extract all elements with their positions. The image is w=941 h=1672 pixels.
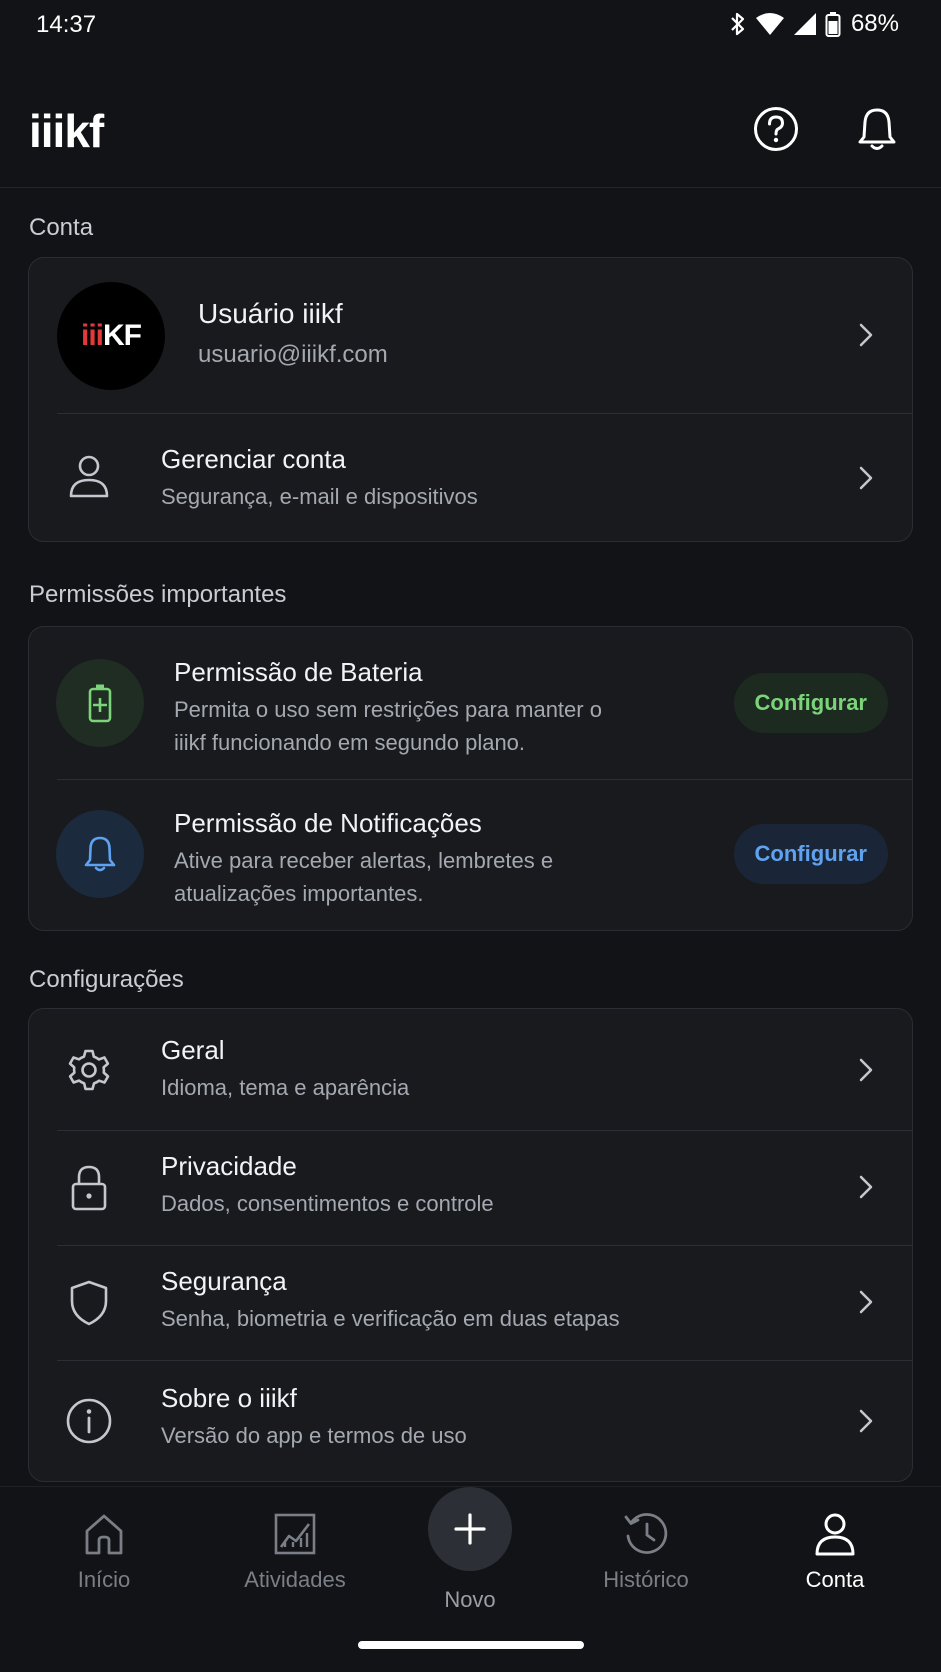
manage-account-subtitle: Segurança, e-mail e dispositivos — [161, 484, 478, 509]
avatar-text: KF — [103, 319, 142, 352]
notification-configure-button[interactable]: Configurar — [733, 824, 888, 884]
settings-card: Geral Idioma, tema e aparência Privacida… — [28, 1008, 913, 1482]
plus-icon — [454, 1513, 486, 1545]
settings-item-subtitle: Dados, consentimentos e controle — [161, 1191, 494, 1216]
help-icon — [754, 107, 798, 151]
section-label-permissions: Permissões importantes — [29, 581, 287, 608]
app-logo: iiikf — [29, 105, 104, 157]
profile-row[interactable]: iii KF Usuário iiikf usuario@iiikf.com — [29, 258, 912, 413]
bell-icon — [858, 108, 896, 150]
history-icon — [624, 1513, 668, 1554]
settings-item-subtitle: Versão do app e termos de uso — [161, 1423, 467, 1448]
chart-icon — [274, 1513, 316, 1555]
nav-home[interactable]: Início — [24, 1511, 184, 1593]
bell-icon — [84, 836, 116, 872]
nav-label: Conta — [805, 1567, 865, 1592]
help-button[interactable] — [751, 104, 801, 154]
chevron-right-icon — [859, 1290, 873, 1314]
chevron-right-icon — [859, 1058, 873, 1082]
battery-status-icon — [825, 12, 841, 37]
chevron-right-icon — [859, 466, 873, 490]
notifications-button[interactable] — [852, 104, 902, 154]
settings-item-title: Privacidade — [161, 1151, 297, 1181]
signal-icon — [793, 13, 816, 35]
permission-notifications-row: Permissão de Notificações Ative para rec… — [29, 780, 912, 930]
chevron-right-icon — [859, 1409, 873, 1433]
settings-item-privacy[interactable]: Privacidade Dados, consentimentos e cont… — [29, 1131, 912, 1245]
nav-label: Histórico — [603, 1567, 689, 1592]
nav-activities[interactable]: Atividades — [215, 1511, 375, 1593]
status-bar: 14:37 68% — [0, 0, 941, 50]
battery-percent: 68% — [850, 10, 899, 37]
status-icons: 68% — [729, 10, 899, 38]
home-icon — [85, 1514, 123, 1555]
battery-permission-desc-line1: Permita o uso sem restrições para manter… — [174, 697, 602, 722]
battery-permission-badge — [56, 659, 144, 747]
battery-permission-title: Permissão de Bateria — [174, 657, 423, 687]
settings-item-title: Sobre o iiikf — [161, 1383, 297, 1413]
nav-account[interactable]: Conta — [755, 1511, 915, 1593]
section-label-settings: Configurações — [29, 966, 184, 993]
notification-permission-desc-line1: Ative para receber alertas, lembretes e — [174, 848, 554, 873]
settings-item-security[interactable]: Segurança Senha, biometria e verificação… — [29, 1246, 912, 1360]
gear-icon — [65, 1046, 113, 1094]
user-name: Usuário iiikf — [198, 298, 343, 329]
permissions-card: Permissão de Bateria Permita o uso sem r… — [28, 626, 913, 931]
settings-item-subtitle: Senha, biometria e verificação em duas e… — [161, 1306, 620, 1331]
user-icon — [815, 1513, 855, 1556]
bluetooth-icon — [731, 12, 745, 36]
app-header: iiikf — [0, 60, 941, 188]
manage-account-row[interactable]: Gerenciar conta Segurança, e-mail e disp… — [29, 414, 912, 541]
new-button-label: Novo — [444, 1587, 496, 1612]
battery-configure-button[interactable]: Configurar — [733, 673, 888, 733]
nav-label: Atividades — [244, 1567, 346, 1592]
chevron-right-icon — [859, 1175, 873, 1199]
settings-item-general[interactable]: Geral Idioma, tema e aparência — [29, 1009, 912, 1130]
new-button[interactable] — [428, 1487, 512, 1571]
notification-permission-badge — [56, 810, 144, 898]
nav-history[interactable]: Histórico — [566, 1511, 726, 1593]
status-time: 14:37 — [36, 11, 97, 38]
manage-account-title: Gerenciar conta — [161, 444, 346, 474]
settings-item-title: Segurança — [161, 1266, 287, 1296]
section-label-account: Conta — [29, 214, 94, 241]
home-indicator — [358, 1641, 584, 1649]
chevron-right-icon — [859, 323, 873, 347]
wifi-icon — [755, 13, 784, 35]
avatar: iii KF — [57, 282, 165, 390]
permission-battery-row: Permissão de Bateria Permita o uso sem r… — [29, 627, 912, 779]
battery-permission-desc-line2: iiikf funcionando em segundo plano. — [174, 730, 526, 755]
notification-permission-desc-line2: atualizações importantes. — [174, 881, 424, 906]
avatar-text-accent: iii — [80, 319, 104, 352]
battery-icon — [88, 684, 112, 723]
settings-item-about[interactable]: Sobre o iiikf Versão do app e termos de … — [29, 1361, 912, 1481]
shield-icon — [65, 1279, 113, 1327]
account-card: iii KF Usuário iiikf usuario@iiikf.com Ge… — [28, 257, 913, 542]
user-email: usuario@iiikf.com — [198, 341, 388, 368]
nav-label: Início — [77, 1567, 131, 1592]
lock-icon — [65, 1164, 113, 1212]
notification-permission-title: Permissão de Notificações — [174, 808, 482, 838]
settings-item-title: Geral — [161, 1035, 225, 1065]
info-icon — [65, 1397, 113, 1445]
settings-item-subtitle: Idioma, tema e aparência — [161, 1075, 410, 1100]
user-icon — [65, 452, 113, 500]
